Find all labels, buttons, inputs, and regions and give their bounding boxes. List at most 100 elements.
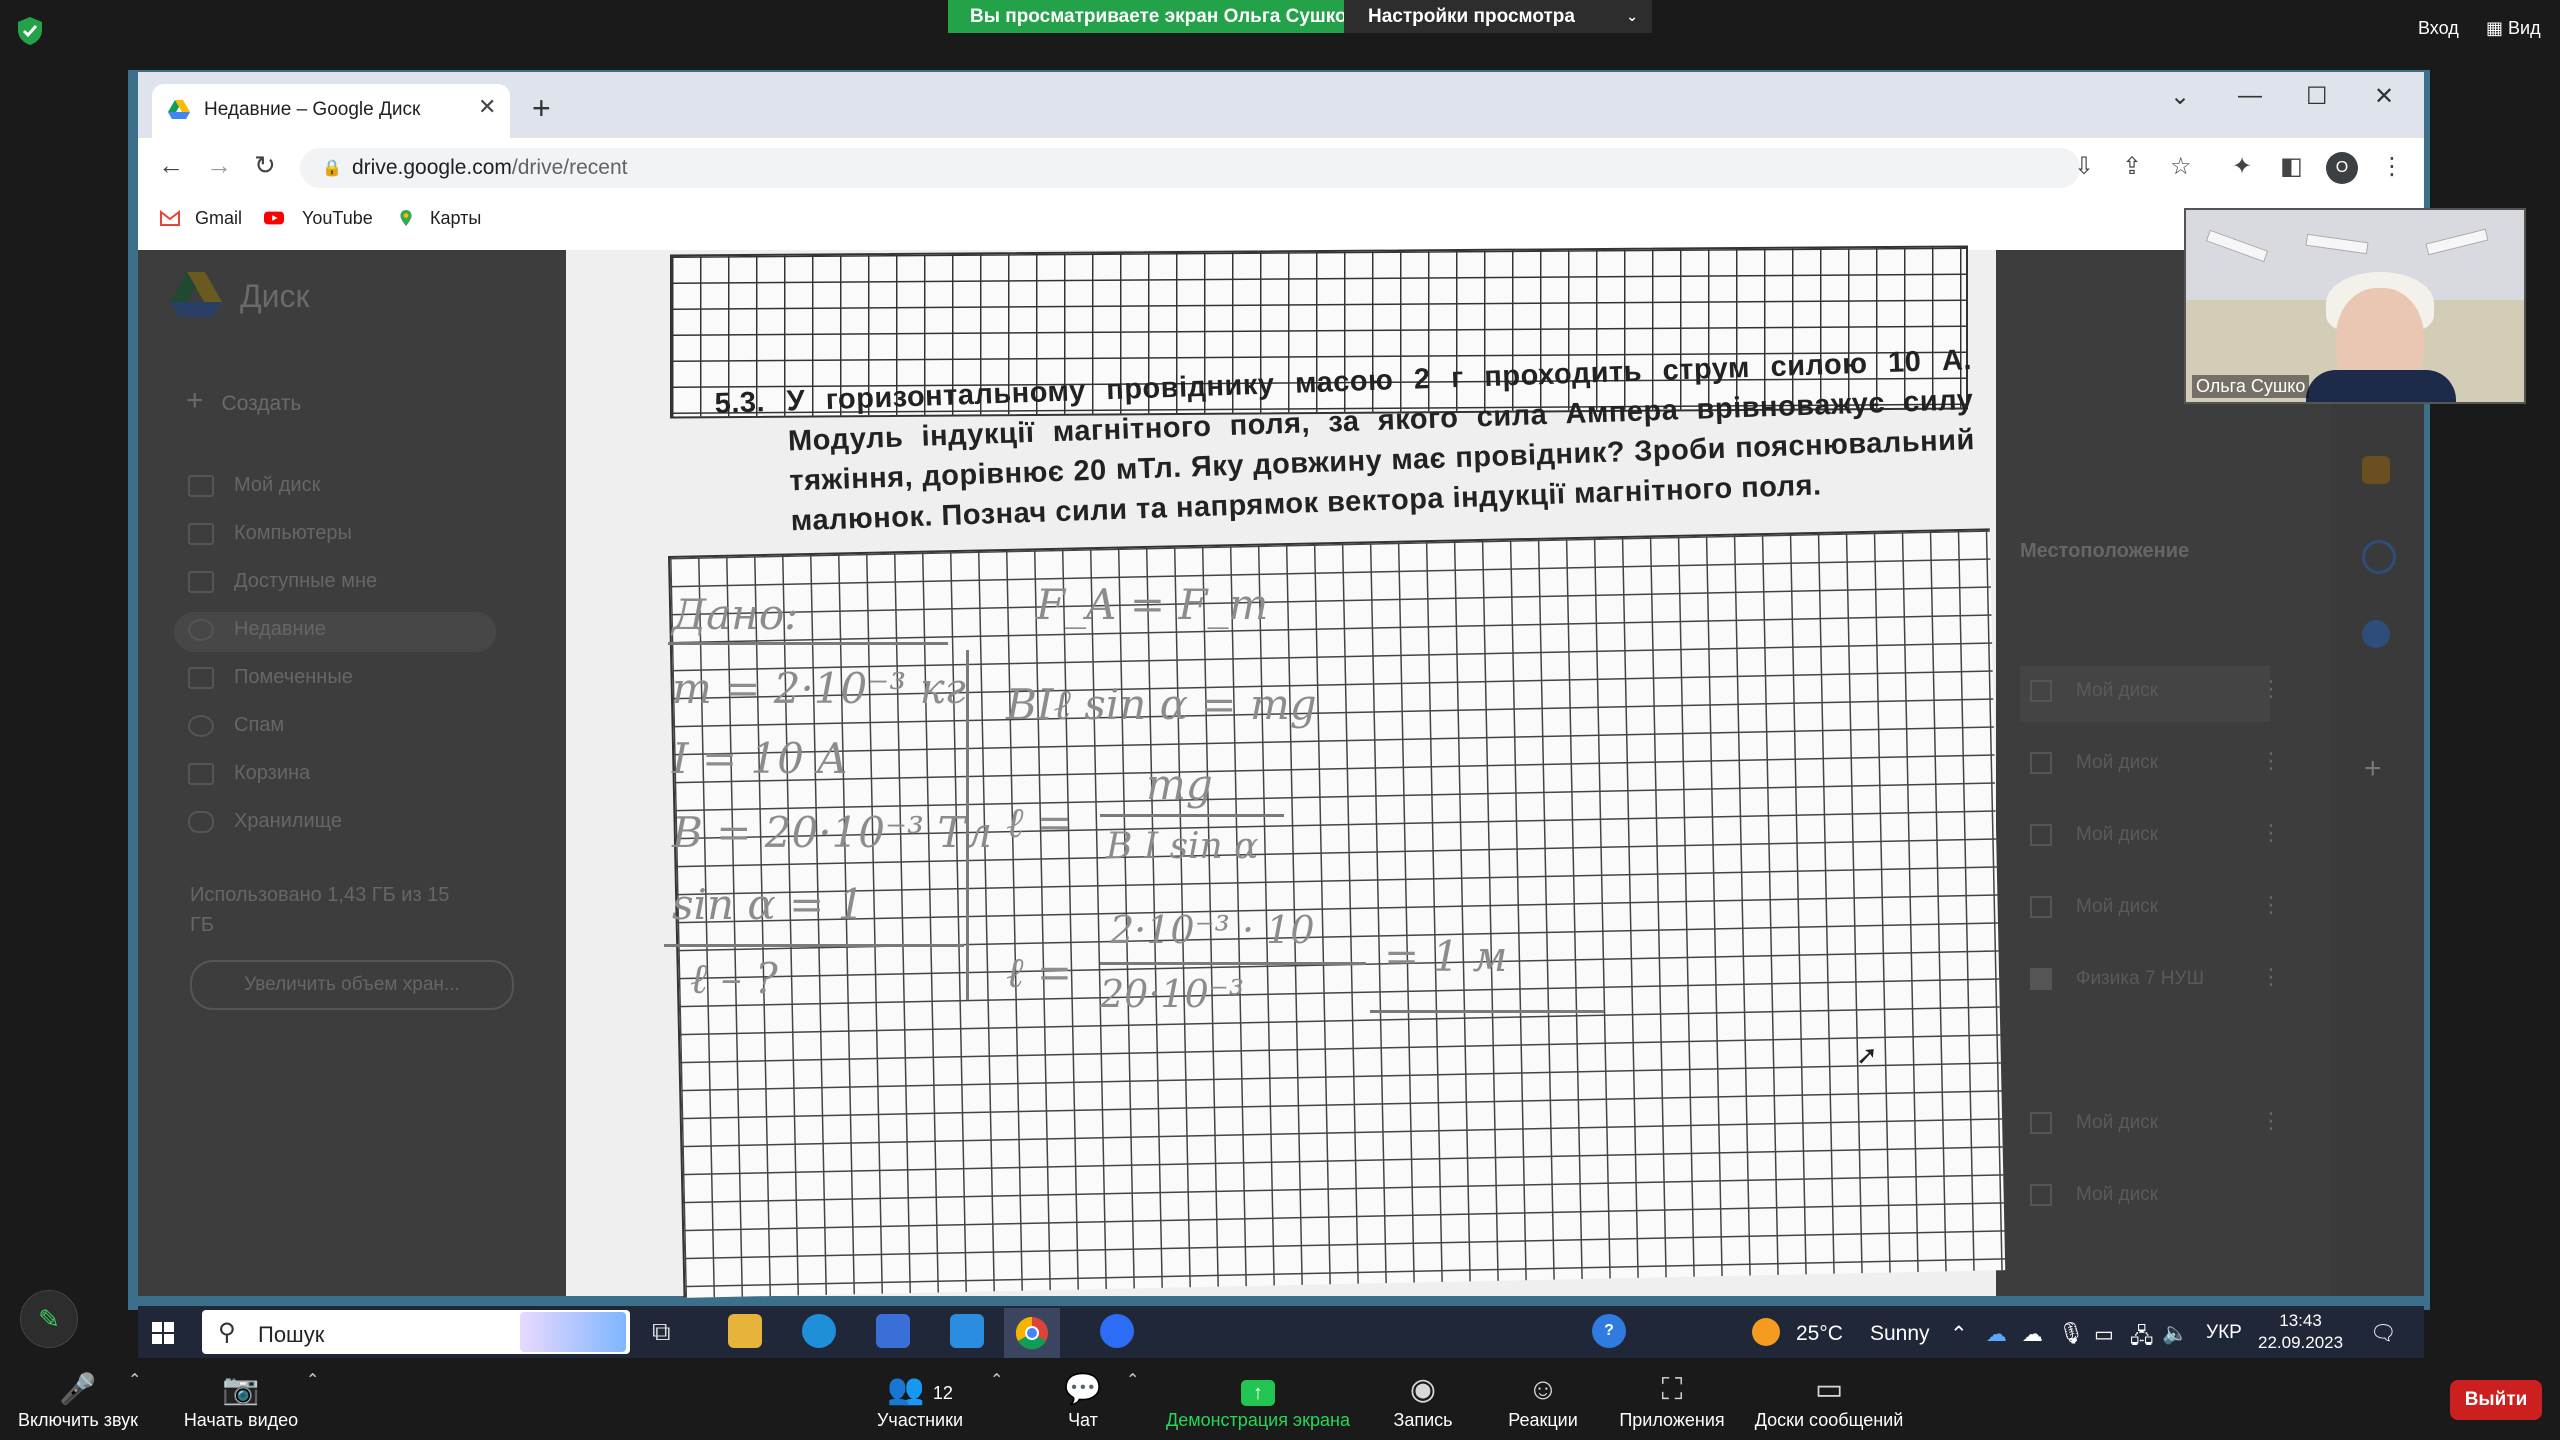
tray-chevron-up-icon[interactable]: ⌃ — [1950, 1322, 1968, 1347]
apps-button[interactable]: ⛶ Приложения — [1612, 1370, 1732, 1431]
edge-icon[interactable] — [802, 1314, 836, 1348]
signin-button[interactable]: Вход — [2418, 18, 2459, 39]
record-icon: ◉ — [1409, 1373, 1437, 1406]
audio-options-caret[interactable]: ⌃ — [128, 1370, 141, 1390]
bookmark-star-icon[interactable]: ☆ — [2170, 152, 2192, 181]
participants-caret[interactable]: ⌃ — [990, 1370, 1003, 1390]
profile-avatar[interactable]: О — [2326, 152, 2358, 184]
weather-sun-icon[interactable] — [1752, 1318, 1780, 1346]
location-column-header[interactable]: Местоположение — [2020, 540, 2189, 563]
reload-icon[interactable]: ↻ — [254, 150, 276, 181]
more-actions-icon[interactable]: ⋮ — [2260, 892, 2282, 918]
notifications-icon[interactable]: 🗨 — [2370, 1322, 2397, 1346]
start-video-button[interactable]: 📷 Начать видео — [180, 1370, 302, 1431]
help-icon[interactable]: ? — [1592, 1314, 1626, 1348]
view-options-button[interactable]: Настройки просмотра ⌄ — [1344, 0, 1652, 33]
volume-icon[interactable]: 🔈 — [2162, 1322, 2188, 1346]
view-menu-button[interactable]: ▦ Вид — [2486, 18, 2541, 39]
shield-icon[interactable] — [16, 16, 44, 46]
minimize-button[interactable]: — — [2238, 82, 2262, 110]
back-icon[interactable]: ← — [158, 150, 184, 181]
lock-icon[interactable]: 🔒 — [322, 158, 342, 178]
participants-button[interactable]: 👥 12 Участники — [860, 1370, 980, 1431]
contacts-icon[interactable] — [2362, 620, 2390, 648]
create-label: Создать — [221, 392, 302, 415]
nav-shared[interactable]: Доступные мне — [188, 570, 377, 593]
share-screen-label: Демонстрация экрана — [1166, 1410, 1350, 1430]
more-actions-icon[interactable]: ⋮ — [2260, 748, 2282, 774]
nav-computers[interactable]: Компьютеры — [188, 522, 352, 545]
more-actions-icon[interactable]: ⋮ — [2260, 964, 2282, 990]
share-screen-button[interactable]: ↑ Демонстрация экрана — [1160, 1370, 1356, 1431]
record-button[interactable]: ◉ Запись — [1378, 1370, 1468, 1431]
smile-icon: ☺ — [1527, 1373, 1559, 1406]
hw-eq4-lhs: ℓ = — [1006, 948, 1073, 997]
bookmark-maps[interactable]: Карты — [430, 208, 481, 229]
onedrive-icon[interactable]: ☁ — [1986, 1322, 2007, 1347]
location-text: Мой диск — [2076, 896, 2159, 918]
extensions-icon[interactable]: ✦ — [2232, 152, 2252, 181]
close-window-button[interactable]: ✕ — [2374, 82, 2394, 111]
nav-storage[interactable]: Хранилище — [188, 810, 342, 833]
install-icon[interactable]: ⇩ — [2074, 152, 2094, 181]
video-options-caret[interactable]: ⌃ — [306, 1370, 319, 1390]
share-icon[interactable]: ⇪ — [2122, 152, 2142, 181]
nav-starred[interactable]: Помеченные — [188, 666, 353, 689]
tasks-icon[interactable] — [2362, 540, 2396, 574]
annotate-pen-icon[interactable]: ✎ — [20, 1290, 78, 1348]
file-row-location[interactable]: Мой диск — [2030, 1112, 2158, 1134]
nav-recent[interactable]: Недавние — [188, 618, 326, 641]
more-actions-icon[interactable]: ⋮ — [2260, 676, 2282, 702]
url-text[interactable]: drive.google.com/drive/recent — [352, 156, 627, 180]
chat-caret[interactable]: ⌃ — [1126, 1370, 1139, 1390]
bookmark-youtube[interactable]: YouTube — [302, 208, 373, 229]
file-explorer-icon[interactable] — [728, 1314, 762, 1348]
unmute-button[interactable]: 🎤 Включить звук — [10, 1370, 146, 1431]
nav-trash[interactable]: Корзина — [188, 762, 310, 785]
maximize-button[interactable]: ☐ — [2306, 82, 2328, 111]
store-icon[interactable] — [876, 1314, 910, 1348]
network-icon[interactable]: 🖧 — [2130, 1322, 2153, 1357]
chat-button[interactable]: 💬 Чат — [1050, 1370, 1116, 1431]
whiteboards-button[interactable]: ▭ Доски сообщений — [1748, 1370, 1910, 1431]
windows-start-icon[interactable] — [152, 1322, 174, 1344]
leave-meeting-button[interactable]: Выйти — [2450, 1380, 2542, 1420]
chat-icon: 💬 — [1064, 1373, 1102, 1406]
forward-icon[interactable]: → — [206, 150, 232, 181]
microphone-icon[interactable]: 🎙 — [2058, 1322, 2085, 1346]
webcam-video[interactable]: Ольга Сушко — [2184, 208, 2526, 404]
mail-icon[interactable] — [950, 1314, 984, 1348]
start-video-label: Начать видео — [183, 1410, 299, 1430]
battery-icon[interactable]: ▭ — [2094, 1322, 2114, 1347]
side-panel-icon[interactable]: ◧ — [2280, 152, 2303, 181]
create-button[interactable]: + Создать — [186, 384, 301, 418]
cloud-icon[interactable]: ☁ — [2022, 1322, 2043, 1347]
file-row-location[interactable]: Мой диск — [2030, 1184, 2158, 1206]
nav-label: Корзина — [234, 762, 311, 784]
reactions-button[interactable]: ☺ Реакции — [1496, 1370, 1590, 1431]
language-indicator[interactable]: УКР — [2206, 1322, 2242, 1344]
close-tab-icon[interactable]: ✕ — [478, 94, 496, 120]
more-actions-icon[interactable]: ⋮ — [2260, 1108, 2282, 1134]
task-view-icon[interactable]: ⧉ — [652, 1314, 686, 1348]
drive-icon — [2030, 680, 2052, 702]
calendar-icon[interactable] — [2362, 456, 2390, 484]
get-more-storage-button[interactable]: Увеличить объем хран... — [190, 960, 514, 1010]
file-row-location[interactable]: Мой диск — [2030, 896, 2158, 918]
more-actions-icon[interactable]: ⋮ — [2260, 820, 2282, 846]
add-addon-icon[interactable]: + — [2364, 752, 2382, 786]
file-row-location[interactable]: Мой диск — [2030, 680, 2158, 702]
menu-kebab-icon[interactable]: ⋮ — [2380, 152, 2404, 181]
zoom-app-icon[interactable] — [1100, 1314, 1134, 1348]
taskbar-clock[interactable]: 13:43 22.09.2023 — [2258, 1310, 2343, 1354]
weather-temperature[interactable]: 25°C — [1796, 1322, 1843, 1346]
file-row-location[interactable]: Физика 7 НУШ — [2030, 968, 2204, 990]
bookmark-gmail[interactable]: Gmail — [195, 208, 242, 229]
tab-search-icon[interactable]: ⌄ — [2170, 82, 2190, 111]
weather-condition[interactable]: Sunny — [1870, 1322, 1930, 1346]
nav-my-drive[interactable]: Мой диск — [188, 474, 320, 497]
file-row-location[interactable]: Мой диск — [2030, 752, 2158, 774]
nav-spam[interactable]: Спам — [188, 714, 284, 737]
file-row-location[interactable]: Мой диск — [2030, 824, 2158, 846]
new-tab-button[interactable]: + — [532, 90, 551, 127]
